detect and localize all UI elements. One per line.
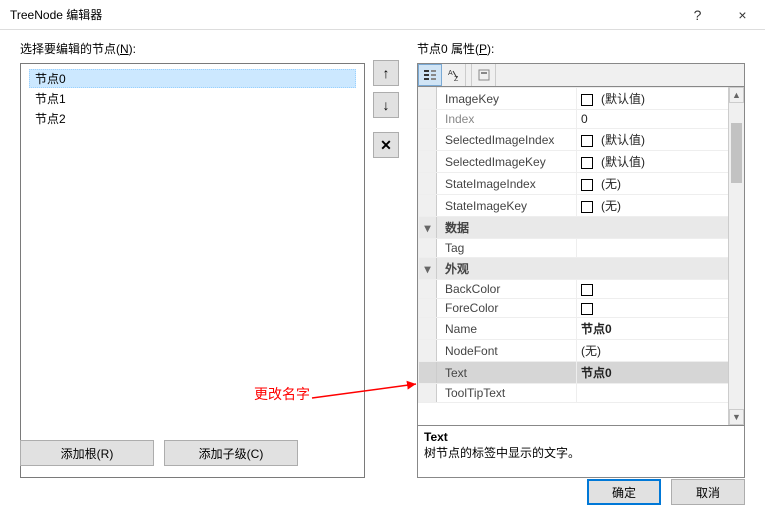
property-value[interactable]: (无) (577, 195, 744, 217)
color-swatch (581, 201, 593, 213)
expand-icon[interactable]: ▾ (419, 258, 437, 280)
property-category[interactable]: ▾外观 (419, 258, 744, 280)
property-value[interactable]: (无) (577, 340, 744, 362)
alphabetical-icon[interactable]: AZ (442, 64, 466, 86)
ok-button[interactable]: 确定 (587, 479, 661, 505)
description-panel: Text 树节点的标签中显示的文字。 (417, 426, 745, 478)
tree-view[interactable]: 节点0 节点1 节点2 (20, 63, 365, 478)
property-value[interactable] (577, 280, 744, 299)
property-row[interactable]: ImageKey(默认值) (419, 88, 744, 110)
properties-label: 节点0 属性(P): (417, 40, 745, 57)
property-name: Index (437, 110, 577, 129)
property-name: BackColor (437, 280, 577, 299)
property-name: Name (437, 318, 577, 340)
property-name: SelectedImageKey (437, 151, 577, 173)
property-row[interactable]: StateImageIndex(无) (419, 173, 744, 195)
property-value[interactable] (577, 384, 744, 403)
scroll-up-icon[interactable]: ▲ (729, 87, 744, 103)
scrollbar[interactable]: ▲ ▼ (728, 87, 744, 425)
property-name: Text (437, 362, 577, 384)
property-name: ForeColor (437, 299, 577, 318)
property-name: NodeFont (437, 340, 577, 362)
move-up-button[interactable]: ↑ (373, 60, 399, 86)
property-name: ToolTipText (437, 384, 577, 403)
tree-node[interactable]: 节点2 (29, 109, 356, 128)
property-value[interactable]: (默认值) (577, 129, 744, 151)
scroll-down-icon[interactable]: ▼ (729, 409, 744, 425)
property-row[interactable]: Tag (419, 239, 744, 258)
property-value[interactable] (577, 299, 744, 318)
left-pane: 选择要编辑的节点(N): 节点0 节点1 节点2 (20, 40, 365, 478)
property-value[interactable]: (默认值) (577, 151, 744, 173)
svg-text:A: A (448, 70, 453, 77)
add-child-button[interactable]: 添加子级(C) (164, 440, 298, 466)
tree-label: 选择要编辑的节点(N): (20, 40, 365, 57)
dialog-window: TreeNode 编辑器 ? × 选择要编辑的节点(N): 节点0 节点1 节点… (0, 0, 765, 518)
description-text: 树节点的标签中显示的文字。 (424, 444, 738, 461)
tree-node[interactable]: 节点0 (29, 69, 356, 88)
property-category[interactable]: ▾数据 (419, 217, 744, 239)
property-row[interactable]: StateImageKey(无) (419, 195, 744, 217)
right-pane: 节点0 属性(P): AZ ImageKey(默认值)Index0Selecte… (417, 40, 745, 478)
titlebar: TreeNode 编辑器 ? × (0, 0, 765, 30)
add-buttons: 添加根(R) 添加子级(C) (20, 440, 298, 466)
property-name: Tag (437, 239, 577, 258)
property-name: SelectedImageIndex (437, 129, 577, 151)
property-grid-toolbar: AZ (417, 63, 745, 87)
property-value[interactable]: 0 (577, 110, 744, 129)
close-button[interactable]: × (720, 0, 765, 30)
property-row[interactable]: SelectedImageIndex(默认值) (419, 129, 744, 151)
dialog-footer: 确定 取消 (0, 478, 765, 512)
cancel-button[interactable]: 取消 (671, 479, 745, 505)
description-title: Text (424, 430, 738, 444)
color-swatch (581, 157, 593, 169)
property-value[interactable]: (无) (577, 173, 744, 195)
categorized-icon[interactable] (418, 64, 442, 86)
window-title: TreeNode 编辑器 (10, 6, 675, 23)
property-row[interactable]: Index0 (419, 110, 744, 129)
property-row[interactable]: NodeFont(无) (419, 340, 744, 362)
help-button[interactable]: ? (675, 0, 720, 30)
property-row[interactable]: Name节点0 (419, 318, 744, 340)
property-row[interactable]: ToolTipText (419, 384, 744, 403)
property-row[interactable]: SelectedImageKey(默认值) (419, 151, 744, 173)
color-swatch (581, 135, 593, 147)
category-name: 数据 (437, 217, 744, 239)
move-down-button[interactable]: ↓ (373, 92, 399, 118)
dialog-content: 选择要编辑的节点(N): 节点0 节点1 节点2 ↑ ↓ ✕ 节点0 属性(P)… (0, 30, 765, 478)
delete-button[interactable]: ✕ (373, 132, 399, 158)
category-name: 外观 (437, 258, 744, 280)
property-name: StateImageKey (437, 195, 577, 217)
color-swatch (581, 94, 593, 106)
scroll-thumb[interactable] (731, 123, 742, 183)
node-controls: ↑ ↓ ✕ (373, 60, 399, 478)
property-grid[interactable]: ImageKey(默认值)Index0SelectedImageIndex(默认… (417, 87, 745, 426)
property-name: StateImageIndex (437, 173, 577, 195)
property-value[interactable]: (默认值) (577, 88, 744, 110)
property-row[interactable]: BackColor (419, 280, 744, 299)
property-name: ImageKey (437, 88, 577, 110)
color-swatch (581, 284, 593, 296)
property-value[interactable]: 节点0 (577, 362, 744, 384)
color-swatch (581, 303, 593, 315)
add-root-button[interactable]: 添加根(R) (20, 440, 154, 466)
expand-icon[interactable]: ▾ (419, 217, 437, 239)
property-row[interactable]: ForeColor (419, 299, 744, 318)
property-value[interactable] (577, 239, 744, 258)
property-value[interactable]: 节点0 (577, 318, 744, 340)
color-swatch (581, 179, 593, 191)
property-pages-icon[interactable] (472, 64, 496, 86)
tree-node[interactable]: 节点1 (29, 89, 356, 108)
property-row[interactable]: Text节点0 (419, 362, 744, 384)
